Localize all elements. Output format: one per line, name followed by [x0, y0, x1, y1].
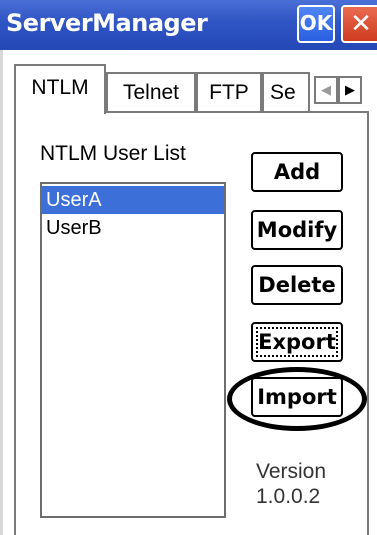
modify-button[interactable]: Modify [251, 210, 343, 250]
tab-telnet[interactable]: Telnet [106, 72, 196, 112]
window-left-border [0, 50, 3, 535]
list-item-userb[interactable]: UserB [42, 214, 224, 242]
add-button[interactable]: Add [251, 152, 343, 192]
title-bar: ServerManager OK ✕ [0, 0, 377, 50]
window-title: ServerManager [6, 9, 208, 37]
close-button[interactable]: ✕ [341, 5, 377, 43]
tab-security[interactable]: Se [262, 72, 310, 112]
chevron-left-icon: ◀ [321, 82, 331, 97]
server-manager-window: ServerManager OK ✕ NTLM Telnet FTP Se ◀ … [0, 0, 377, 535]
chevron-right-icon: ▶ [345, 82, 355, 97]
user-list-label: NTLM User List [40, 142, 186, 165]
list-item-usera[interactable]: UserA [42, 186, 224, 214]
ok-button[interactable]: OK [297, 5, 335, 43]
version-value: 1.0.0.2 [256, 485, 321, 508]
tab-scroll-left-button[interactable]: ◀ [314, 76, 338, 104]
delete-button[interactable]: Delete [251, 265, 343, 305]
close-icon: ✕ [350, 8, 372, 38]
tab-ftp[interactable]: FTP [196, 72, 262, 112]
export-button[interactable]: Export [251, 322, 343, 362]
version-label: Version [256, 460, 327, 483]
tab-scroll-right-button[interactable]: ▶ [338, 76, 362, 104]
import-button[interactable]: Import [251, 377, 343, 417]
user-listbox[interactable]: UserA UserB [40, 182, 226, 518]
tab-ntlm[interactable]: NTLM [14, 64, 106, 114]
